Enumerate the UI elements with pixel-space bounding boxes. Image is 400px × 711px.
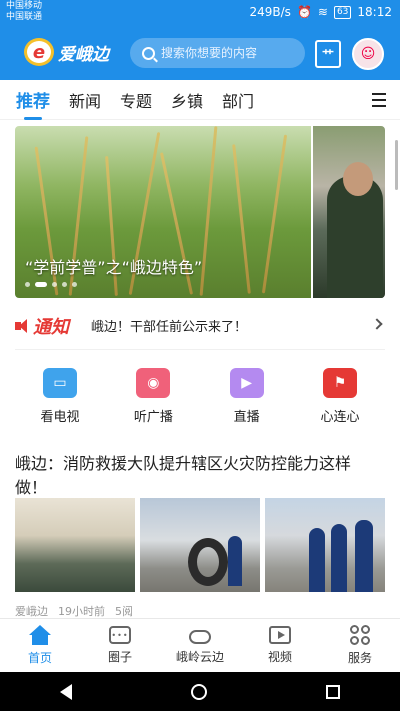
avatar-face-icon: ☺ <box>360 46 376 62</box>
chevron-right-icon[interactable] <box>371 318 383 330</box>
app-logo[interactable]: e 爱峨边 <box>24 38 109 66</box>
alarm-icon: ⏰ <box>296 5 312 19</box>
grid-icon <box>350 625 370 645</box>
app-header: e 爱峨边 艹 ☺ <box>0 26 400 80</box>
article-thumbnail-meeting[interactable] <box>15 498 135 592</box>
speaker-icon <box>15 318 29 333</box>
feature-label: 看电视 <box>40 410 80 425</box>
network-speed: 249B/s <box>249 5 291 19</box>
newspaper-icon: 艹 <box>321 47 334 62</box>
carousel-dot[interactable] <box>72 282 77 287</box>
feature-label: 心连心 <box>320 410 360 425</box>
article-time: 19小时前 <box>58 605 105 618</box>
feature-watch-tv[interactable]: ▭ 看电视 <box>25 368 95 432</box>
banner-carousel[interactable]: “学前学普”之“峨边特色” <box>15 126 385 298</box>
banner-caption: “学前学普”之“峨边特色” <box>25 258 203 277</box>
feature-label: 直播 <box>233 410 260 425</box>
wifi-icon: ≋ <box>317 5 328 19</box>
article-source: 爱峨边 <box>15 605 48 618</box>
feature-listen-radio[interactable]: ◉ 听广播 <box>118 368 188 432</box>
feature-label: 听广播 <box>133 410 173 425</box>
article-meta: 爱峨边 19小时前 5阅 <box>15 603 133 619</box>
feature-heart-to-heart[interactable]: ⚑ 心连心 <box>305 368 375 432</box>
nav-services[interactable]: 服务 <box>325 625 395 666</box>
tab-departments[interactable]: 部门 <box>222 88 254 112</box>
battery-icon: 63 <box>333 5 352 19</box>
menu-icon[interactable] <box>372 93 386 107</box>
article-thumbnails[interactable] <box>15 498 385 592</box>
article-thumbnail-firefighters[interactable] <box>265 498 385 592</box>
notice-tag: 通知 <box>15 313 69 339</box>
video-icon <box>269 626 291 644</box>
status-bar: 中国移动 中国联通 249B/s ⏰ ≋ 63 18:12 <box>0 0 400 26</box>
article-title[interactable]: 峨边：消防救援大队提升辖区火灾防控能力这样做！ <box>15 452 375 500</box>
notice-text[interactable]: 峨边！干部任前公示来了！ <box>91 316 247 335</box>
system-navigation-bar <box>0 672 400 711</box>
search-icon <box>142 46 155 60</box>
carousel-dot-active[interactable] <box>35 282 47 287</box>
tab-news[interactable]: 新闻 <box>69 88 101 112</box>
notice-bar[interactable]: 通知 峨边！干部任前公示来了！ <box>15 302 385 350</box>
search-bar[interactable] <box>130 38 305 68</box>
banner-slide-next[interactable] <box>313 126 385 298</box>
carousel-dot[interactable] <box>52 282 57 287</box>
nav-label: 服务 <box>347 651 372 665</box>
article-views: 5阅 <box>115 605 133 618</box>
carrier-2: 中国联通 <box>6 12 43 22</box>
nav-home[interactable]: 首页 <box>5 625 75 666</box>
app-name: 爱峨边 <box>58 44 109 65</box>
news-reader-button[interactable]: 艹 <box>315 40 341 68</box>
nav-video[interactable]: 视频 <box>245 626 315 665</box>
feature-shortcuts: ▭ 看电视 ◉ 听广播 ▶ 直播 ⚑ 心连心 <box>15 368 385 432</box>
carrier-1: 中国移动 <box>6 1 43 11</box>
bottom-navigation: 首页 ••• 圈子 峨岭云边 视频 服务 <box>0 618 400 672</box>
nav-label: 峨岭云边 <box>175 650 224 664</box>
status-indicators: 249B/s ⏰ ≋ 63 18:12 <box>250 5 393 19</box>
nav-label: 圈子 <box>107 650 132 664</box>
tab-towns[interactable]: 乡镇 <box>171 88 203 112</box>
back-icon[interactable] <box>59 683 72 700</box>
article-thumbnail-training[interactable] <box>140 498 260 592</box>
user-avatar[interactable]: ☺ <box>352 38 384 70</box>
nav-label: 首页 <box>27 651 52 665</box>
search-input[interactable] <box>161 46 291 60</box>
home-icon <box>29 625 51 645</box>
nav-circle[interactable]: ••• 圈子 <box>85 626 155 665</box>
cloud-icon <box>189 630 211 644</box>
home-circle-icon[interactable] <box>190 683 207 700</box>
carrier-info: 中国移动 中国联通 <box>6 1 42 23</box>
logo-mark-icon: e <box>24 38 54 66</box>
carousel-pagination <box>25 282 77 287</box>
tab-topics[interactable]: 专题 <box>120 88 152 112</box>
clock: 18:12 <box>357 5 392 19</box>
nav-label: 视频 <box>267 650 292 664</box>
category-tabs: 推荐 新闻 专题 乡镇 部门 <box>0 80 400 120</box>
feature-live[interactable]: ▶ 直播 <box>212 368 282 432</box>
tab-recommend[interactable]: 推荐 <box>16 87 50 120</box>
party-flag-icon: ⚑ <box>322 368 357 398</box>
notice-tag-label: 通知 <box>33 316 69 338</box>
recent-apps-icon[interactable] <box>326 684 341 699</box>
tv-icon: ▭ <box>43 368 77 398</box>
carousel-dot[interactable] <box>25 282 30 287</box>
nav-cloud[interactable]: 峨岭云边 <box>165 626 235 665</box>
carousel-dot[interactable] <box>62 282 67 287</box>
banner-slide-rice-field[interactable]: “学前学普”之“峨边特色” <box>15 126 311 298</box>
radio-icon: ◉ <box>136 368 171 398</box>
chat-bubble-icon: ••• <box>109 626 131 644</box>
scrollbar[interactable] <box>395 140 398 190</box>
live-icon: ▶ <box>229 368 264 398</box>
